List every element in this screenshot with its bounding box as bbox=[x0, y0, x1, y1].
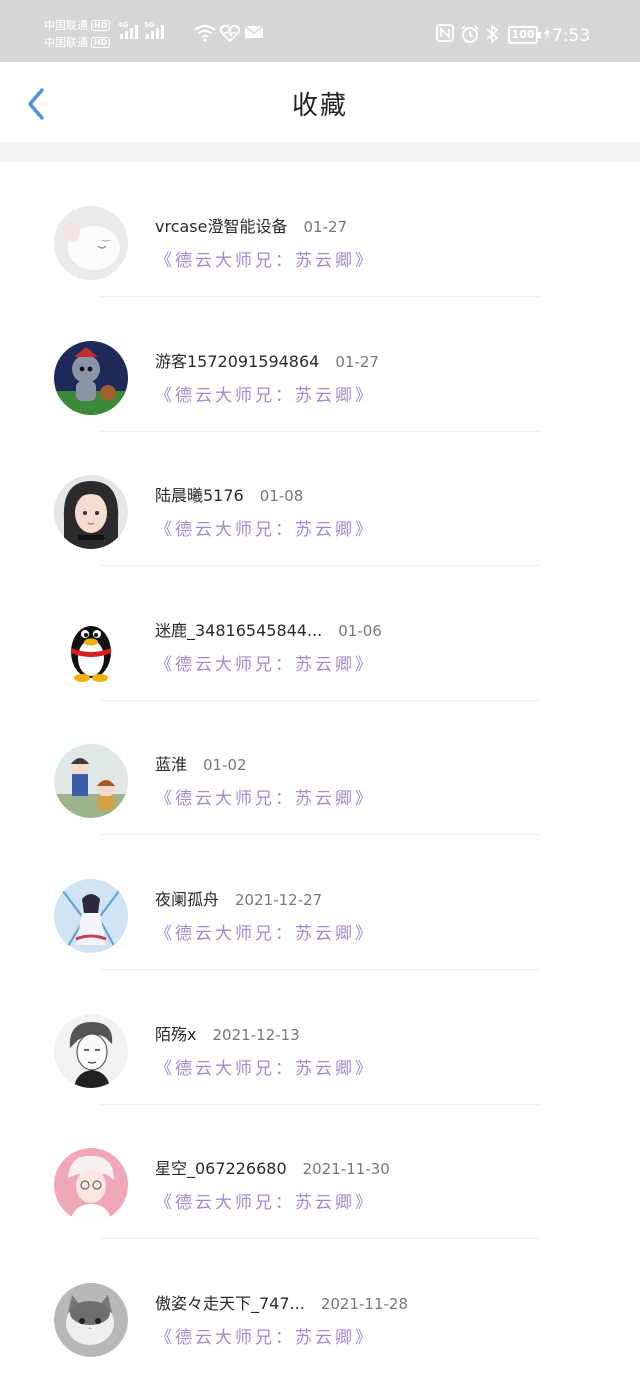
heart-icon bbox=[219, 24, 241, 47]
signal-icon: 4G bbox=[118, 21, 138, 39]
book-link[interactable]: 《德云大师兄：苏云卿》 bbox=[155, 923, 375, 945]
user-name: 陆晨曦5176 bbox=[155, 486, 244, 506]
list-item[interactable]: 游客1572091594864 01-27 《德云大师兄：苏云卿》 bbox=[0, 297, 640, 432]
book-link[interactable]: 《德云大师兄：苏云卿》 bbox=[155, 1327, 375, 1349]
user-name: 星空_067226680 bbox=[155, 1159, 287, 1179]
item-meta: 迷鹿_34816545844... 01-06 bbox=[155, 621, 382, 641]
carrier-label: 中国联通 bbox=[44, 19, 88, 32]
list-item[interactable]: 傲姿々走天下_747... 2021-11-28 《德云大师兄：苏云卿》 bbox=[0, 1239, 640, 1374]
list-item[interactable]: 陆晨曦5176 01-08 《德云大师兄：苏云卿》 bbox=[0, 431, 640, 567]
book-link[interactable]: 《德云大师兄：苏云卿》 bbox=[155, 788, 375, 810]
alarm-icon bbox=[460, 24, 480, 49]
signal-indicators: 4G 5G bbox=[118, 21, 164, 39]
mail-icon bbox=[244, 24, 264, 45]
item-meta: 陆晨曦5176 01-08 bbox=[155, 486, 303, 506]
nfc-icon bbox=[436, 24, 454, 47]
user-name: vrcase澄智能设备 bbox=[155, 217, 288, 236]
item-meta: 傲姿々走天下_747... 2021-11-28 bbox=[155, 1294, 408, 1314]
list-item[interactable]: 蓝淮 01-02 《德云大师兄：苏云卿》 bbox=[0, 700, 640, 836]
item-date: 2021-11-30 bbox=[302, 1160, 390, 1179]
item-date: 01-06 bbox=[338, 621, 382, 640]
item-date: 01-02 bbox=[203, 756, 247, 775]
page-title: 收藏 bbox=[291, 91, 348, 121]
avatar[interactable] bbox=[54, 744, 128, 819]
user-name: 夜阑孤舟 bbox=[155, 889, 220, 909]
list-item[interactable]: 迷鹿_34816545844... 01-06 《德云大师兄：苏云卿》 bbox=[0, 566, 640, 701]
book-link[interactable]: 《德云大师兄：苏云卿》 bbox=[155, 385, 375, 407]
book-link[interactable]: 《德云大师兄：苏云卿》 bbox=[155, 1192, 375, 1214]
bluetooth-icon bbox=[485, 24, 499, 49]
avatar[interactable] bbox=[54, 1013, 128, 1088]
avatar[interactable] bbox=[54, 878, 128, 953]
carrier-info: 中国联通 HD 中国联通 HD bbox=[44, 17, 111, 51]
list-item[interactable]: vrcase澄智能设备 01-27 《德云大师兄：苏云卿》 bbox=[0, 162, 640, 297]
header-separator bbox=[0, 142, 640, 162]
item-date: 2021-12-27 bbox=[235, 890, 323, 909]
hd-badge: HD bbox=[91, 20, 111, 31]
user-name: 蓝淮 bbox=[155, 755, 188, 775]
charging-icon bbox=[543, 24, 551, 47]
item-meta: 夜阑孤舟 2021-12-27 bbox=[155, 890, 322, 910]
network-type-label: 4G bbox=[118, 21, 129, 29]
favorites-list: vrcase澄智能设备 01-27 《德云大师兄：苏云卿》 游客15720915… bbox=[0, 162, 640, 1373]
battery-icon: 100 bbox=[508, 26, 541, 44]
list-item[interactable]: 夜阑孤舟 2021-12-27 《德云大师兄：苏云卿》 bbox=[0, 835, 640, 970]
item-date: 01-08 bbox=[259, 487, 304, 506]
avatar[interactable] bbox=[54, 206, 128, 280]
avatar[interactable] bbox=[54, 475, 128, 550]
user-name: 陌殇x bbox=[155, 1024, 197, 1044]
status-bar: 中国联通 HD 中国联通 HD 4G 5G 100 7:53 bbox=[0, 0, 640, 62]
book-link[interactable]: 《德云大师兄：苏云卿》 bbox=[155, 519, 375, 541]
user-name: 迷鹿_34816545844... bbox=[155, 620, 323, 640]
book-link[interactable]: 《德云大师兄：苏云卿》 bbox=[155, 654, 375, 676]
list-item[interactable]: 星空_067226680 2021-11-30 《德云大师兄：苏云卿》 bbox=[0, 1104, 640, 1240]
item-date: 2021-11-28 bbox=[320, 1294, 408, 1313]
network-type-label: 5G bbox=[144, 21, 155, 29]
header: 收藏 bbox=[2, 62, 638, 142]
avatar[interactable] bbox=[54, 1148, 128, 1223]
avatar[interactable] bbox=[54, 1282, 128, 1357]
avatar[interactable] bbox=[54, 609, 128, 684]
book-link[interactable]: 《德云大师兄：苏云卿》 bbox=[155, 1058, 375, 1080]
item-meta: 星空_067226680 2021-11-30 bbox=[155, 1159, 390, 1179]
book-link[interactable]: 《德云大师兄：苏云卿》 bbox=[155, 250, 375, 272]
user-name: 傲姿々走天下_747... bbox=[155, 1293, 305, 1313]
item-date: 01-27 bbox=[303, 218, 348, 236]
wifi-icon bbox=[194, 24, 216, 47]
signal-icon: 5G bbox=[144, 21, 164, 39]
clock: 7:53 bbox=[552, 26, 591, 46]
hd-badge: HD bbox=[91, 37, 111, 48]
list-item[interactable]: 陌殇x 2021-12-13 《德云大师兄：苏云卿》 bbox=[0, 970, 640, 1105]
carrier-label: 中国联通 bbox=[44, 36, 88, 49]
item-meta: 陌殇x 2021-12-13 bbox=[155, 1025, 300, 1045]
item-date: 01-27 bbox=[335, 352, 379, 371]
item-meta: vrcase澄智能设备 01-27 bbox=[155, 217, 347, 237]
user-name: 游客1572091594864 bbox=[155, 351, 320, 371]
item-meta: 蓝淮 01-02 bbox=[155, 755, 247, 775]
item-date: 2021-12-13 bbox=[212, 1025, 300, 1044]
item-meta: 游客1572091594864 01-27 bbox=[155, 352, 379, 372]
avatar[interactable] bbox=[54, 340, 128, 415]
